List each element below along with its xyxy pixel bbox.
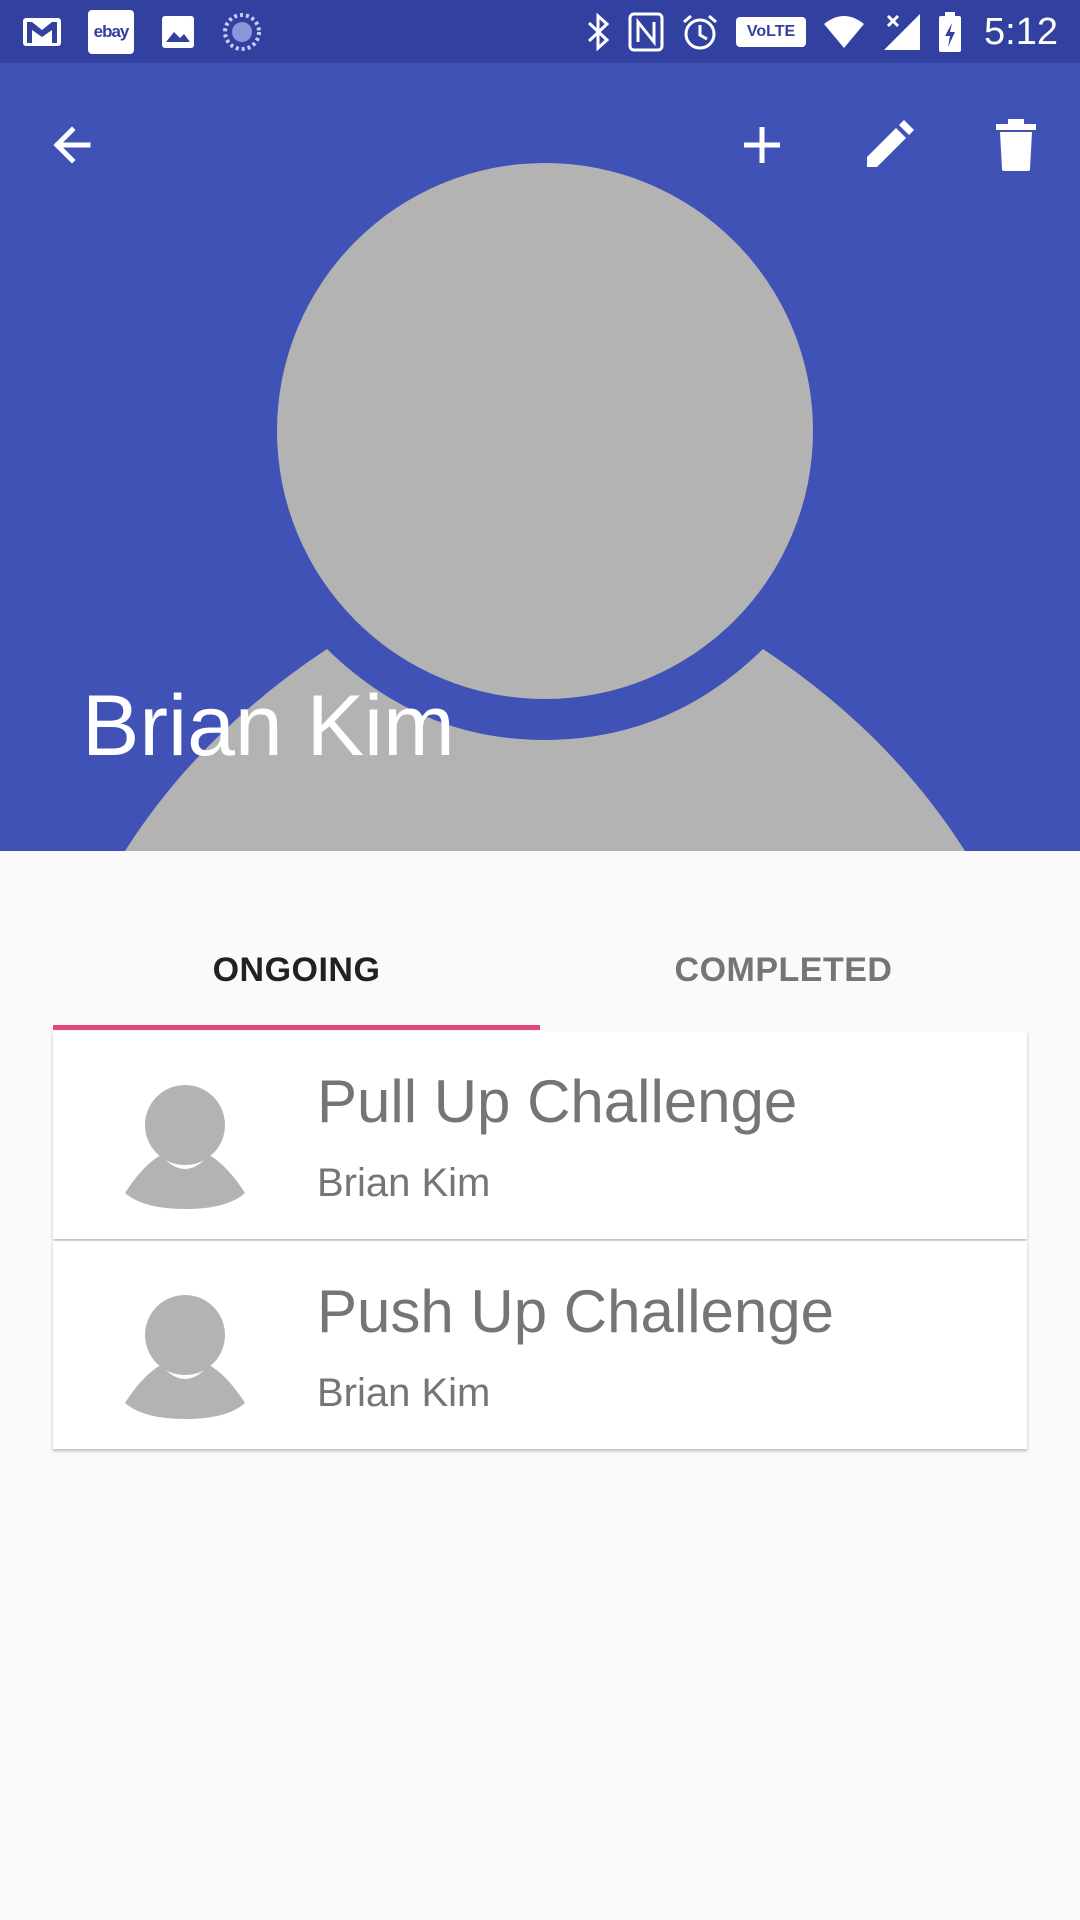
back-button[interactable]	[30, 103, 114, 187]
tab-ongoing[interactable]: ONGOING	[53, 910, 540, 1030]
nfc-icon	[628, 12, 664, 52]
profile-name: Brian Kim	[82, 678, 455, 774]
challenge-card[interactable]: Push Up Challenge Brian Kim	[53, 1241, 1027, 1449]
challenge-card[interactable]: Pull Up Challenge Brian Kim	[53, 1031, 1027, 1239]
plus-icon	[744, 127, 780, 163]
gallery-icon	[162, 16, 194, 48]
system-icons: VoLTE 5:12	[586, 10, 1058, 54]
ebay-icon: ebay	[88, 10, 134, 54]
wifi-icon	[824, 16, 865, 48]
challenge-owner: Brian Kim	[317, 1371, 491, 1415]
challenge-avatar	[125, 1295, 245, 1419]
challenge-title: Push Up Challenge	[317, 1278, 835, 1345]
arrow-back-icon	[53, 126, 91, 164]
volte-icon: VoLTE	[736, 17, 807, 47]
battery-charging-icon	[939, 12, 962, 52]
challenge-tabs: ONGOING COMPLETED	[53, 910, 1027, 1030]
signal-icon	[884, 14, 921, 50]
status-bar: ebay VoLTE 5:12	[0, 0, 1080, 63]
tab-completed[interactable]: COMPLETED	[540, 910, 1027, 1030]
delete-button[interactable]	[974, 103, 1058, 187]
loading-icon	[223, 13, 261, 51]
edit-button[interactable]	[847, 103, 931, 187]
tab-indicator	[53, 1025, 540, 1030]
status-time: 5:12	[984, 10, 1058, 53]
bluetooth-icon	[588, 12, 610, 52]
trash-icon	[996, 119, 1036, 171]
add-button[interactable]	[720, 103, 804, 187]
profile-header: Brian Kim	[0, 63, 1080, 851]
gmail-icon	[23, 18, 61, 46]
pencil-icon	[867, 120, 914, 167]
alarm-icon	[683, 14, 718, 50]
challenge-avatar	[125, 1085, 245, 1209]
challenge-title: Pull Up Challenge	[317, 1068, 798, 1135]
challenge-owner: Brian Kim	[317, 1161, 491, 1205]
notification-icons: ebay	[22, 10, 262, 54]
